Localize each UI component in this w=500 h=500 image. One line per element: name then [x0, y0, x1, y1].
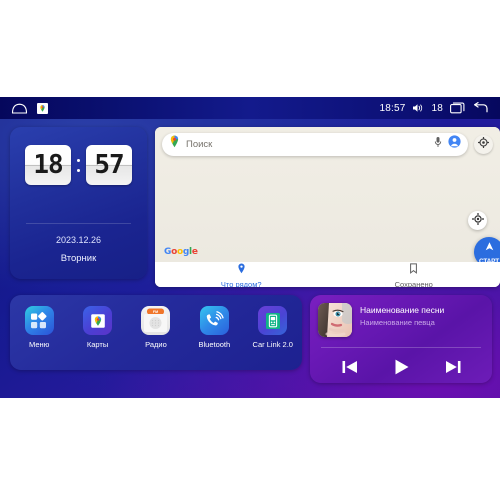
settings-gear-icon [478, 135, 489, 153]
app-shortcuts-widget: Меню Карты FM Радио Bluetooth Car Link 2… [10, 295, 302, 370]
map-tab-saved-label: Сохранено [394, 279, 433, 288]
status-bar-time: 18:57 [379, 102, 406, 114]
clock-widget[interactable]: 18 57 2023.12.26 Вторник [10, 127, 147, 279]
microphone-icon[interactable] [434, 135, 442, 153]
media-metadata: Наименование песни Наименование певца [360, 303, 444, 327]
play-button[interactable] [392, 358, 411, 376]
clock-hours: 18 [25, 145, 71, 185]
map-search-row: Поиск [155, 127, 500, 161]
locate-compass-icon [471, 212, 484, 230]
app-shortcut-radio-label: Радио [145, 340, 167, 349]
app-shortcut-bluetooth[interactable]: Bluetooth [188, 306, 240, 349]
map-tab-nearby-label: Что рядом? [220, 279, 262, 288]
clock-date: 2023.12.26 [55, 235, 102, 245]
media-controls [310, 353, 492, 381]
bluetooth-phone-icon [199, 306, 229, 335]
app-shortcut-maps-label: Карты [86, 340, 109, 349]
media-now-playing: Наименование песни Наименование певца [310, 295, 492, 337]
status-bar-left [0, 102, 48, 114]
clock-divider [26, 223, 131, 224]
map-tab-nearby[interactable]: Что рядом? [155, 261, 328, 288]
app-shortcut-menu[interactable]: Меню [13, 306, 65, 349]
media-player-widget: Наименование песни Наименование певца [310, 295, 492, 383]
maps-widget[interactable]: Поиск Google Что рядом? Сохранено [155, 127, 500, 287]
clock-minutes: 57 [86, 145, 132, 185]
navigation-arrow-icon [484, 239, 495, 257]
google-maps-icon [83, 306, 113, 335]
map-bottom-tabs: Что рядом? Сохранено [155, 262, 500, 287]
locate-me-button[interactable] [468, 211, 487, 230]
media-divider [321, 347, 481, 348]
app-shortcut-carlink[interactable]: Car Link 2.0 [247, 306, 299, 349]
home-icon[interactable] [11, 103, 28, 114]
flip-clock: 18 57 [10, 127, 147, 185]
map-settings-button[interactable] [474, 134, 493, 154]
bookmark-icon [409, 261, 418, 279]
location-pin-icon [237, 261, 246, 279]
app-shortcut-menu-label: Меню [29, 340, 50, 349]
volume-level: 18 [431, 102, 443, 114]
map-tab-saved[interactable]: Сохранено [328, 261, 500, 288]
svg-text:FM: FM [153, 310, 158, 314]
status-bar-right: 18:57 18 [379, 102, 500, 114]
search-input[interactable]: Поиск [162, 132, 468, 156]
search-placeholder-text: Поиск [186, 138, 213, 150]
maps-pin-icon [169, 135, 180, 153]
recents-icon[interactable] [450, 102, 465, 114]
artist-name: Наименование певца [360, 318, 435, 327]
apps-grid-icon [24, 306, 54, 335]
google-attribution: Google [164, 247, 198, 257]
google-maps-badge-icon[interactable] [37, 102, 48, 114]
clock-weekday: Вторник [60, 253, 97, 264]
fm-radio-icon: FM [141, 306, 171, 335]
app-shortcut-carlink-label: Car Link 2.0 [252, 340, 293, 349]
next-track-button[interactable] [444, 359, 462, 375]
car-head-unit-screen: 18:57 18 18 57 2023.12.26 Вторник Поиск … [0, 97, 500, 398]
app-shortcut-radio[interactable]: FM Радио [130, 306, 182, 349]
account-avatar-icon[interactable] [448, 135, 461, 153]
album-art-portrait[interactable] [318, 303, 352, 337]
app-shortcut-bluetooth-label: Bluetooth [198, 340, 231, 349]
app-shortcut-maps[interactable]: Карты [72, 306, 124, 349]
volume-icon[interactable] [412, 103, 424, 113]
previous-track-button[interactable] [341, 359, 359, 375]
clock-colon [75, 158, 82, 172]
back-icon[interactable] [472, 102, 488, 114]
status-bar: 18:57 18 [0, 97, 500, 119]
car-link-icon [258, 306, 288, 335]
song-title: Наименование песни [360, 305, 445, 315]
